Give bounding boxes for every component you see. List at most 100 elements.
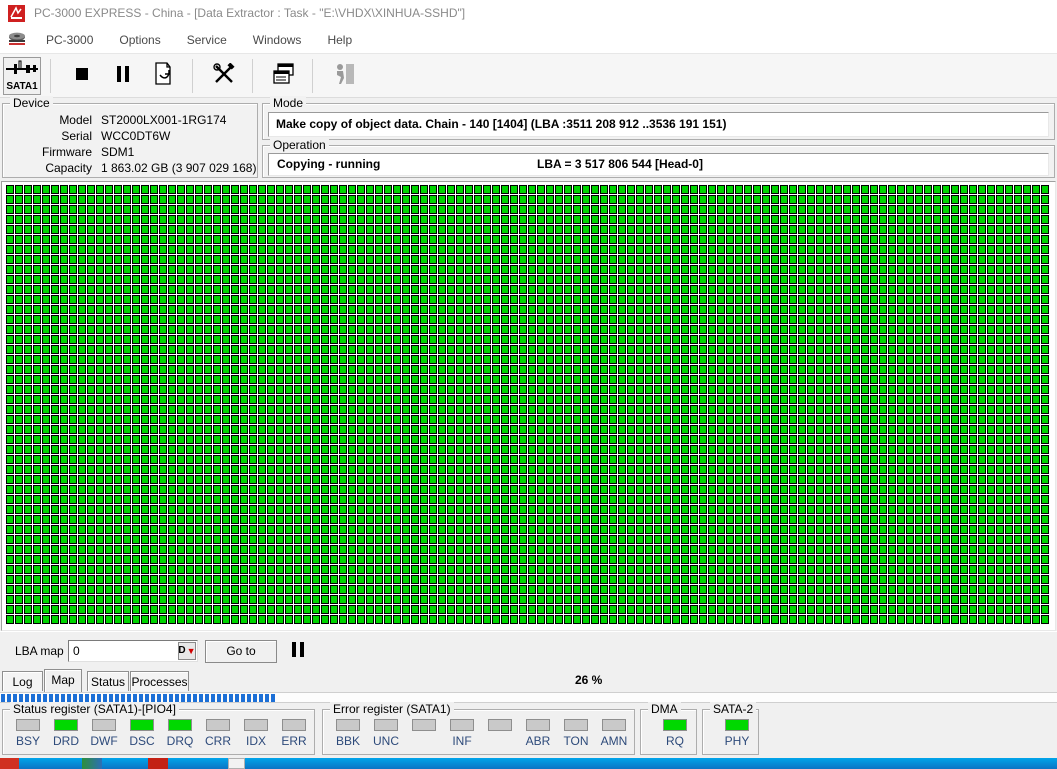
map-cell (348, 345, 356, 354)
windows-cascade-button[interactable] (265, 57, 303, 95)
map-cell (123, 455, 131, 464)
map-cell (204, 385, 212, 394)
map-cell (888, 205, 896, 214)
map-cell (78, 395, 86, 404)
map-cell (753, 455, 761, 464)
tools-icon (213, 63, 235, 88)
copy-data-button[interactable] (145, 57, 183, 95)
map-cell (240, 265, 248, 274)
map-cell (753, 245, 761, 254)
map-cell (429, 325, 437, 334)
map-cell (825, 365, 833, 374)
map-cell (141, 535, 149, 544)
map-cell (825, 255, 833, 264)
map-cell (312, 605, 320, 614)
map-cell (726, 385, 734, 394)
map-cell (690, 265, 698, 274)
map-cell (276, 495, 284, 504)
map-cell (6, 465, 14, 474)
map-cell (1032, 265, 1040, 274)
map-cell (438, 305, 446, 314)
menu-item-windows[interactable]: Windows (243, 29, 312, 51)
sata1-port-button[interactable]: SATA1 (3, 57, 41, 95)
map-cell (519, 405, 527, 414)
map-cell (600, 215, 608, 224)
map-cell (420, 405, 428, 414)
map-cell (609, 495, 617, 504)
map-cell (906, 345, 914, 354)
menu-item-service[interactable]: Service (177, 29, 237, 51)
map-cell (870, 535, 878, 544)
map-cell (339, 535, 347, 544)
map-cell (933, 545, 941, 554)
map-cell (726, 455, 734, 464)
map-cell (708, 465, 716, 474)
map-cell (636, 345, 644, 354)
map-cell (510, 315, 518, 324)
map-cell (780, 325, 788, 334)
map-cell (33, 305, 41, 314)
map-cell (222, 445, 230, 454)
map-cell (303, 405, 311, 414)
pause-button[interactable] (104, 57, 142, 95)
map-cell (834, 265, 842, 274)
map-cell (870, 395, 878, 404)
map-cell (942, 575, 950, 584)
map-cell (1032, 485, 1040, 494)
map-cell (312, 245, 320, 254)
map-cell (753, 405, 761, 414)
menu-item-options[interactable]: Options (109, 29, 170, 51)
map-cell (321, 225, 329, 234)
map-cell (609, 375, 617, 384)
map-cell (69, 395, 77, 404)
map-cell (1032, 595, 1040, 604)
menu-item-pc3000[interactable]: PC-3000 (36, 29, 103, 51)
map-cell (582, 545, 590, 554)
map-cell (114, 495, 122, 504)
map-cell (411, 565, 419, 574)
map-cell (339, 485, 347, 494)
map-cell (321, 535, 329, 544)
map-cell (438, 565, 446, 574)
map-cell (753, 375, 761, 384)
map-cell (1023, 345, 1031, 354)
map-cell (330, 535, 338, 544)
stop-button[interactable] (63, 57, 101, 95)
map-cell (987, 495, 995, 504)
map-cell (402, 595, 410, 604)
menu-item-help[interactable]: Help (317, 29, 362, 51)
sector-map-panel[interactable] (1, 181, 1056, 631)
map-cell (348, 435, 356, 444)
map-cell (6, 555, 14, 564)
map-cell (843, 365, 851, 374)
map-cell (177, 435, 185, 444)
map-cell (177, 305, 185, 314)
map-cell (1041, 405, 1049, 414)
map-cell (627, 465, 635, 474)
map-cell (105, 205, 113, 214)
map-cell (285, 385, 293, 394)
map-cell (258, 475, 266, 484)
map-cell (393, 325, 401, 334)
map-cell (726, 255, 734, 264)
map-cell (762, 315, 770, 324)
map-cell (393, 395, 401, 404)
map-cell (177, 185, 185, 194)
map-cell (537, 455, 545, 464)
map-cell (933, 445, 941, 454)
map-cell (861, 475, 869, 484)
map-cell (645, 245, 653, 254)
map-cell (942, 285, 950, 294)
map-cell (123, 205, 131, 214)
utilities-button[interactable] (205, 57, 243, 95)
map-cell (87, 195, 95, 204)
map-cell (429, 285, 437, 294)
map-cell (42, 195, 50, 204)
map-cell (798, 285, 806, 294)
map-cell (429, 185, 437, 194)
map-cell (789, 275, 797, 284)
window-title: PC-3000 EXPRESS - China - [Data Extracto… (34, 6, 465, 20)
exit-task-button[interactable] (325, 57, 363, 95)
map-cell (528, 445, 536, 454)
map-cell (51, 565, 59, 574)
